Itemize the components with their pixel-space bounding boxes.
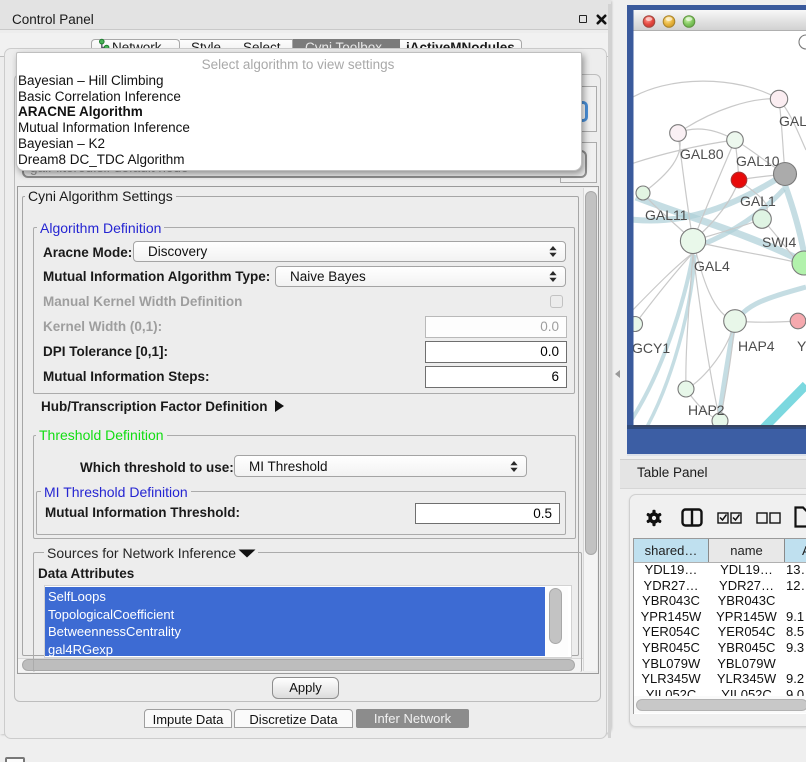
svg-text:HAP2: HAP2 bbox=[688, 402, 725, 418]
svg-text:GAL11: GAL11 bbox=[645, 207, 688, 223]
svg-text:GAL1: GAL1 bbox=[740, 193, 776, 209]
svg-text:GCY1: GCY1 bbox=[632, 340, 670, 356]
svg-text:Y: Y bbox=[797, 338, 806, 354]
svg-text:HAP4: HAP4 bbox=[738, 338, 775, 354]
svg-text:GAL4: GAL4 bbox=[694, 258, 730, 274]
svg-text:GAL10: GAL10 bbox=[736, 153, 780, 169]
svg-text:GAL: GAL bbox=[779, 113, 806, 129]
svg-text:GAL80: GAL80 bbox=[680, 146, 724, 162]
svg-text:SWI4: SWI4 bbox=[762, 234, 796, 250]
